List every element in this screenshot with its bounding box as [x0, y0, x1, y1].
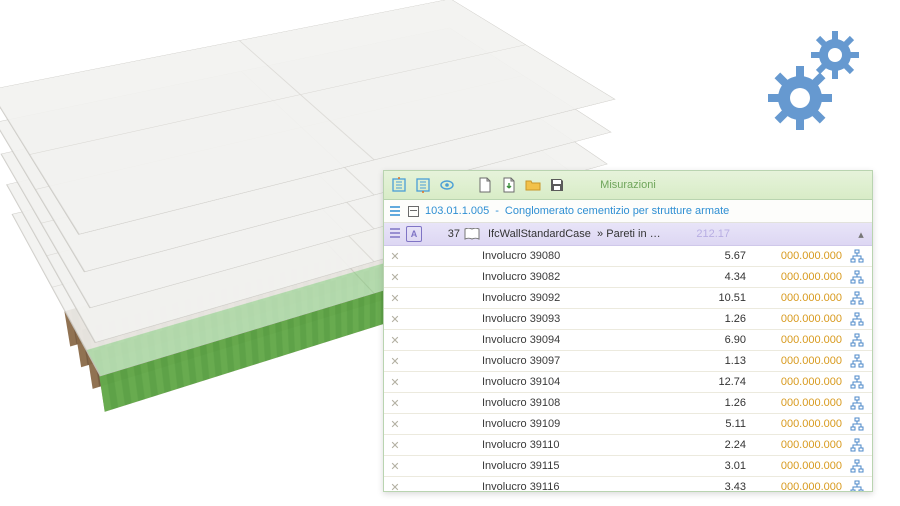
group-subheader-row[interactable]: A 37 IfcWallStandardCase » Pareti in c.a… [384, 223, 872, 246]
row-name: Involucro 39093 [480, 313, 682, 325]
remove-row-icon[interactable]: ✕ [388, 481, 402, 492]
row-name: Involucro 39082 [480, 271, 682, 283]
remove-row-icon[interactable]: ✕ [388, 460, 402, 473]
hierarchy-icon[interactable] [846, 249, 868, 263]
row-code: 000.000.000 [756, 313, 842, 325]
row-name: Involucro 39097 [480, 355, 682, 367]
expand-tree-button[interactable] [414, 176, 432, 194]
table-row[interactable]: ✕ Involucro 39092 10.51 000.000.000 [384, 288, 872, 309]
row-code: 000.000.000 [756, 292, 842, 304]
table-row[interactable]: ✕ Involucro 39115 3.01 000.000.000 [384, 456, 872, 477]
row-value: 2.24 [686, 439, 752, 451]
group-description: IfcWallStandardCase » Pareti in c.a. [484, 228, 666, 240]
measurements-grid: ✕ Involucro 39080 5.67 000.000.000 ✕ Involucr… [384, 246, 872, 491]
group-count: 37 [426, 228, 460, 240]
table-row[interactable]: ✕ Involucro 39082 4.34 000.000.000 [384, 267, 872, 288]
collapse-tree-button[interactable] [390, 176, 408, 194]
export-document-button[interactable] [500, 176, 518, 194]
row-name: Involucro 39108 [480, 397, 682, 409]
remove-row-icon[interactable]: ✕ [388, 250, 402, 263]
row-name: Involucro 39094 [480, 334, 682, 346]
item-code: 103.01.1.005 [425, 205, 489, 217]
remove-row-icon[interactable]: ✕ [388, 334, 402, 347]
row-value: 3.43 [686, 481, 752, 491]
row-code: 000.000.000 [756, 460, 842, 472]
remove-row-icon[interactable]: ✕ [388, 271, 402, 284]
row-value: 6.90 [686, 334, 752, 346]
hierarchy-icon[interactable] [846, 333, 868, 347]
row-code: 000.000.000 [756, 334, 842, 346]
row-code: 000.000.000 [756, 439, 842, 451]
hierarchy-icon[interactable] [846, 354, 868, 368]
hierarchy-icon[interactable] [846, 438, 868, 452]
row-name: Involucro 39080 [480, 250, 682, 262]
row-code: 000.000.000 [756, 271, 842, 283]
book-icon [464, 228, 480, 240]
row-value: 10.51 [686, 292, 752, 304]
menu-icon[interactable] [388, 226, 402, 243]
remove-row-icon[interactable]: ✕ [388, 355, 402, 368]
item-separator: - [495, 205, 499, 217]
table-row[interactable]: ✕ Involucro 39097 1.13 000.000.000 [384, 351, 872, 372]
hierarchy-icon[interactable] [846, 270, 868, 284]
row-value: 3.01 [686, 460, 752, 472]
panel-toolbar: Misurazioni [384, 171, 872, 200]
table-row[interactable]: ✕ Involucro 39093 1.26 000.000.000 [384, 309, 872, 330]
row-name: Involucro 39110 [480, 439, 682, 451]
row-code: 000.000.000 [756, 397, 842, 409]
hierarchy-icon[interactable] [846, 480, 868, 491]
save-button[interactable] [548, 176, 566, 194]
row-value: 5.11 [686, 418, 752, 430]
show-hide-button[interactable] [438, 176, 456, 194]
row-code: 000.000.000 [756, 355, 842, 367]
remove-row-icon[interactable]: ✕ [388, 439, 402, 452]
new-document-button[interactable] [476, 176, 494, 194]
item-header-row[interactable]: 103.01.1.005 - Conglomerato cementizio p… [384, 200, 872, 223]
table-row[interactable]: ✕ Involucro 39110 2.24 000.000.000 [384, 435, 872, 456]
row-code: 000.000.000 [756, 418, 842, 430]
measurements-panel: Misurazioni 103.01.1.005 - Congl [383, 170, 873, 492]
hierarchy-icon[interactable] [846, 417, 868, 431]
settings-gears-icon [760, 20, 880, 140]
menu-icon[interactable] [388, 204, 402, 218]
row-code: 000.000.000 [756, 481, 842, 491]
item-description: Conglomerato cementizio per strutture ar… [505, 205, 729, 217]
row-name: Involucro 39115 [480, 460, 682, 472]
table-row[interactable]: ✕ Involucro 39108 1.26 000.000.000 [384, 393, 872, 414]
collapse-icon[interactable] [408, 206, 419, 217]
table-row[interactable]: ✕ Involucro 39104 12.74 000.000.000 [384, 372, 872, 393]
hierarchy-icon[interactable] [846, 396, 868, 410]
remove-row-icon[interactable]: ✕ [388, 376, 402, 389]
table-row[interactable]: ✕ Involucro 39109 5.11 000.000.000 [384, 414, 872, 435]
group-total: 212.17 [670, 228, 736, 240]
select-all-icon[interactable]: A [406, 226, 422, 242]
grid-scroll[interactable]: ✕ Involucro 39080 5.67 000.000.000 ✕ Involucr… [384, 246, 872, 491]
hierarchy-icon[interactable] [846, 312, 868, 326]
row-code: 000.000.000 [756, 250, 842, 262]
row-name: Involucro 39109 [480, 418, 682, 430]
row-value: 1.13 [686, 355, 752, 367]
table-row[interactable]: ✕ Involucro 39080 5.67 000.000.000 [384, 246, 872, 267]
hierarchy-icon[interactable] [846, 291, 868, 305]
panel-title: Misurazioni [384, 179, 872, 191]
row-name: Involucro 39104 [480, 376, 682, 388]
collapse-arrow-icon[interactable]: ▴ [854, 228, 868, 241]
hierarchy-icon[interactable] [846, 375, 868, 389]
table-row[interactable]: ✕ Involucro 39094 6.90 000.000.000 [384, 330, 872, 351]
row-value: 12.74 [686, 376, 752, 388]
remove-row-icon[interactable]: ✕ [388, 418, 402, 431]
table-row[interactable]: ✕ Involucro 39116 3.43 000.000.000 [384, 477, 872, 491]
row-code: 000.000.000 [756, 376, 842, 388]
row-value: 1.26 [686, 313, 752, 325]
row-value: 4.34 [686, 271, 752, 283]
remove-row-icon[interactable]: ✕ [388, 313, 402, 326]
row-name: Involucro 39092 [480, 292, 682, 304]
remove-row-icon[interactable]: ✕ [388, 397, 402, 410]
remove-row-icon[interactable]: ✕ [388, 292, 402, 305]
hierarchy-icon[interactable] [846, 459, 868, 473]
row-name: Involucro 39116 [480, 481, 682, 491]
row-value: 5.67 [686, 250, 752, 262]
row-value: 1.26 [686, 397, 752, 409]
open-folder-button[interactable] [524, 176, 542, 194]
